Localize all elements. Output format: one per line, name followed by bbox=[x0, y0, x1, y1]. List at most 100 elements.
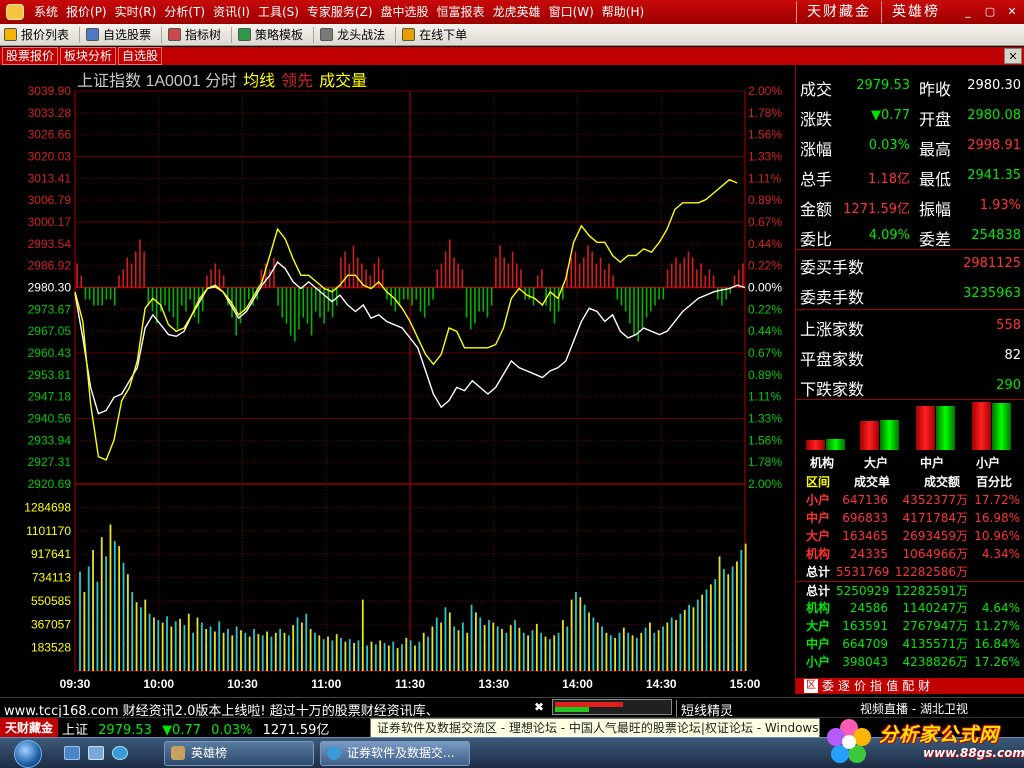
quote-row: 委比 4.09% 委差 254838 bbox=[796, 220, 1024, 250]
fund-flow-bar-out bbox=[880, 419, 899, 450]
toolbar-item-icon bbox=[402, 28, 416, 41]
tools-icon[interactable]: ✖ bbox=[530, 700, 548, 716]
minimize-button[interactable]: _ bbox=[958, 3, 978, 20]
toolbar-item[interactable]: 报价列表 bbox=[0, 26, 77, 43]
price-tick-label: 3026.66 bbox=[28, 128, 72, 142]
toolbar-item[interactable]: 在线下单 bbox=[398, 26, 475, 43]
fund-flow-header-cell: 区间 bbox=[806, 475, 831, 489]
quote-panel-tab[interactable]: 价 bbox=[852, 678, 868, 694]
stat-value: 558 bbox=[996, 318, 1021, 333]
menu-item[interactable]: 盘中选股 bbox=[377, 0, 433, 24]
fund-flow-cell-name: 大户 bbox=[806, 619, 831, 633]
menu-list: 系统 报价(P) 实时(R) 分析(T) 资讯(I) 工具(S) 专家服务(Z) 盘中选股 恒富… bbox=[30, 0, 648, 24]
fund-flow-cell-name: 总计 bbox=[806, 565, 831, 579]
index-name: 上证 bbox=[62, 723, 89, 738]
fund-flow-cell-name: 大户 bbox=[806, 529, 831, 543]
tab-stock-quote[interactable]: 股票报价 bbox=[2, 47, 59, 65]
price-tick-label: 3039.90 bbox=[28, 84, 72, 98]
fund-flow-cell-name: 总计 bbox=[806, 584, 831, 598]
quote-value: 0.03% bbox=[868, 138, 910, 153]
fund-flow-label: 中户 bbox=[920, 456, 945, 470]
show-desktop-icon[interactable] bbox=[64, 746, 80, 760]
menu-item[interactable]: 帮助(H) bbox=[598, 0, 648, 24]
toolbar-item[interactable]: 自选股票 bbox=[82, 26, 159, 43]
toolbar-separator bbox=[313, 26, 315, 43]
window-tooltip: 证券软件及数据交流区 - 理想论坛 - 中国人气最旺的股票论坛|权证论坛 - W… bbox=[370, 718, 820, 738]
menu-item[interactable]: 分析(T) bbox=[160, 0, 209, 24]
fund-flow-header-cell: 成交单 bbox=[853, 475, 890, 489]
start-button[interactable] bbox=[6, 738, 50, 768]
quote-value: 1271.59亿 bbox=[843, 202, 910, 217]
taskbar-item-browser[interactable]: 证券软件及数据交... bbox=[320, 741, 470, 766]
menu-item[interactable]: 系统 bbox=[30, 0, 62, 24]
fund-flow-row: 大户 163591 2767947万 11.27% bbox=[796, 617, 1024, 635]
chart-legend-entry: 成交量 bbox=[319, 72, 367, 90]
app-logo-icon[interactable] bbox=[0, 1, 30, 23]
switch-windows-icon[interactable] bbox=[88, 746, 104, 760]
pct-tick-label: 1.56% bbox=[748, 433, 782, 447]
fund-flow-header: 区间 成交单 成交额 百分比 bbox=[796, 473, 1024, 491]
fund-flow-bar-out bbox=[936, 405, 955, 450]
fund-flow-row: 中户 664709 4135571万 16.84% bbox=[796, 635, 1024, 653]
meter-green-bar bbox=[555, 707, 589, 712]
quote-value: 254838 bbox=[971, 228, 1021, 243]
browser-icon[interactable] bbox=[112, 746, 128, 760]
quote-panel-tab[interactable]: 值 bbox=[884, 678, 900, 694]
toolbar-item-icon bbox=[86, 28, 100, 41]
menu-item[interactable]: 报价(P) bbox=[62, 0, 111, 24]
pct-tick-label: 0.89% bbox=[748, 193, 782, 207]
menu-item[interactable]: 工具(S) bbox=[254, 0, 303, 24]
menu-item[interactable]: 龙虎英雄 bbox=[489, 0, 545, 24]
price-tick-label: 2920.69 bbox=[28, 477, 72, 491]
volume-tick-label: 1101170 bbox=[26, 524, 71, 538]
fund-flow-bar-in bbox=[916, 405, 935, 450]
fund-flow-cell-orders: 24586 bbox=[849, 601, 888, 615]
price-tick-label: 3020.03 bbox=[28, 150, 72, 164]
toolbar-separator bbox=[161, 26, 163, 43]
pct-tick-label: 1.11% bbox=[748, 390, 781, 404]
fund-flow-table: 区间 成交单 成交额 百分比 小户 647136 4352377万 17.72% 中户 69683… bbox=[796, 473, 1024, 671]
close-panel-button[interactable]: ✕ bbox=[1004, 48, 1022, 64]
windows-logo-icon bbox=[14, 739, 42, 768]
close-button[interactable]: ✕ bbox=[1002, 3, 1022, 20]
browser-icon bbox=[327, 746, 341, 760]
chart-title-text: 上证指数 1A0001 分时 bbox=[77, 72, 237, 90]
taskbar-item-label: 证券软件及数据交... bbox=[347, 746, 455, 760]
pct-tick-label: 0.22% bbox=[748, 302, 782, 316]
pct-tick-label: 1.78% bbox=[748, 106, 782, 120]
fund-flow-row: 总计 5531769 12282586万 bbox=[796, 563, 1024, 581]
quote-panel-tab[interactable]: 指 bbox=[868, 678, 884, 694]
menu-item[interactable]: 实时(R) bbox=[111, 0, 161, 24]
brand-title: 天财藏金 bbox=[796, 1, 881, 23]
quote-panel-tab[interactable]: 配 bbox=[900, 678, 916, 694]
taskbar-item-hero-list[interactable]: 英雄榜 bbox=[164, 741, 314, 766]
fund-flow-cell-amount: 4135571万 bbox=[902, 637, 968, 651]
pct-tick-label: 0.22% bbox=[748, 259, 782, 273]
quote-panel-tab[interactable]: 逐 bbox=[836, 678, 852, 694]
stat-row: 委卖手数 3235963 bbox=[796, 279, 1024, 309]
quote-label: 总手 bbox=[800, 170, 833, 189]
tab-sector-analysis[interactable]: 板块分析 bbox=[60, 47, 117, 65]
quote-panel-tab[interactable]: 财 bbox=[916, 678, 932, 694]
quote-panel-tab[interactable]: 委 bbox=[820, 678, 836, 694]
index-summary[interactable]: 上证 2979.53 ▼0.77 0.03% 1271.59亿 bbox=[62, 719, 335, 738]
menu-item[interactable]: 恒富报表 bbox=[433, 0, 489, 24]
fund-flow-cell-orders: 664709 bbox=[842, 637, 888, 651]
tab-watchlist[interactable]: 自选股 bbox=[118, 47, 163, 65]
fund-flow-labels: 机构 大户 中户 小户 bbox=[796, 454, 1024, 470]
toolbar-item[interactable]: 策略模板 bbox=[234, 26, 311, 43]
price-tick-label: 2960.43 bbox=[28, 346, 72, 360]
restore-button[interactable]: ▢ bbox=[980, 3, 1000, 20]
menu-item[interactable]: 专家服务(Z) bbox=[303, 0, 377, 24]
menu-item[interactable]: 资讯(I) bbox=[209, 0, 254, 24]
toolbar-item[interactable]: 指标树 bbox=[164, 26, 229, 43]
quote-panel-tab-icon[interactable]: 区 bbox=[804, 679, 818, 693]
toolbar-item[interactable]: 龙头战法 bbox=[316, 26, 393, 43]
fund-flow-cell-amount: 1064966万 bbox=[902, 547, 968, 561]
time-tick-label: 14:30 bbox=[646, 677, 677, 691]
fund-flow-cell-amount: 4238826万 bbox=[902, 655, 968, 669]
quote-label: 委差 bbox=[919, 230, 952, 249]
fund-flow-cell-orders: 5531769 bbox=[836, 565, 890, 579]
intraday-chart[interactable]: 3039.90 3033.28 3026.66 3020.03 3013.41 3006.… bbox=[0, 66, 795, 694]
menu-item[interactable]: 窗口(W) bbox=[545, 0, 598, 24]
